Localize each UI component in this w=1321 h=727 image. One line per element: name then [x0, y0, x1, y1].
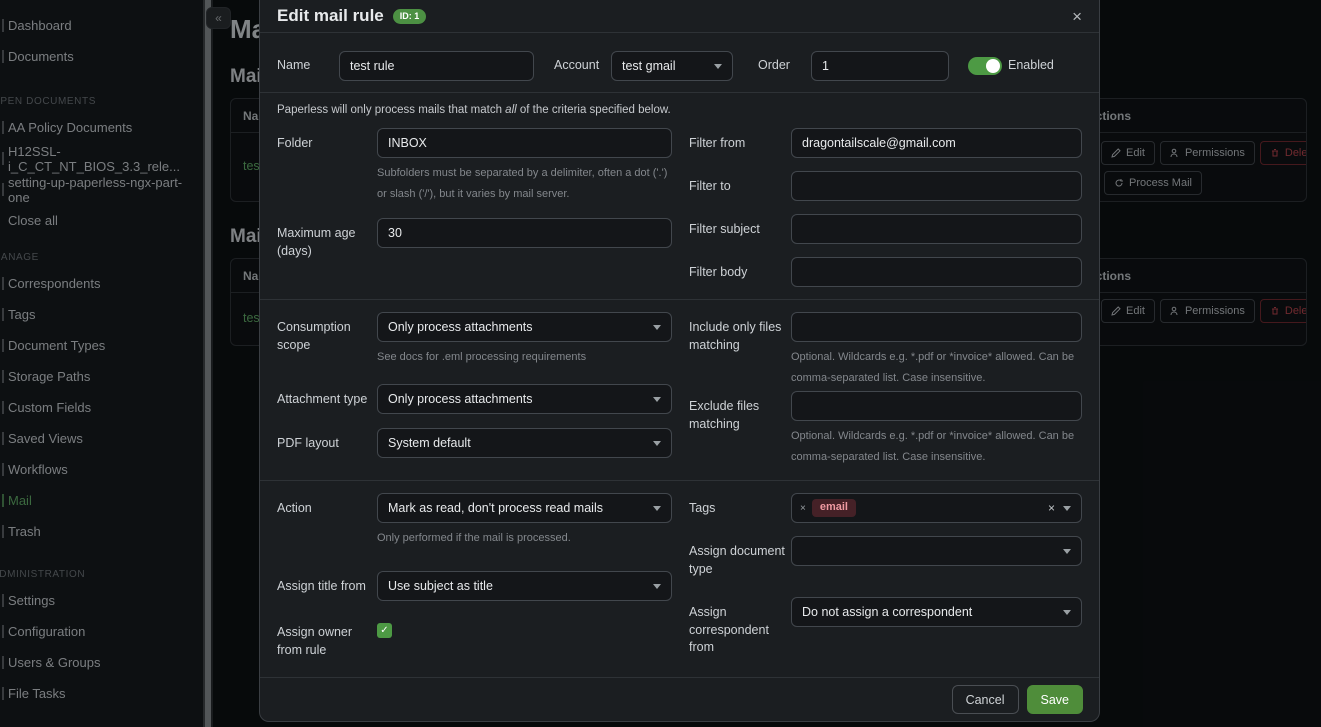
filter-body-label: Filter body — [689, 257, 791, 287]
criteria-section: Folder Subfolders must be separated by a… — [277, 128, 1082, 287]
enabled-toggle[interactable] — [968, 57, 1002, 75]
divider — [260, 299, 1099, 300]
dialog-body: Name Account test gmail Order Enabled Pa… — [260, 33, 1099, 659]
assign-title-value: Use subject as title — [388, 579, 493, 593]
remove-tag-icon[interactable]: × — [800, 503, 806, 514]
check-icon: ✓ — [380, 625, 388, 636]
assign-doc-type-select[interactable] — [791, 536, 1082, 566]
chevron-down-icon — [653, 506, 661, 511]
attachment-type-value: Only process attachments — [388, 392, 533, 406]
max-age-label: Maximum age (days) — [277, 218, 377, 260]
exclude-files-input[interactable] — [791, 391, 1082, 421]
chevron-down-icon — [653, 397, 661, 402]
id-badge: ID: 1 — [393, 9, 427, 24]
divider — [260, 92, 1099, 93]
action-hint: Only performed if the mail is processed. — [377, 528, 672, 549]
tags-select[interactable]: × email × — [791, 493, 1082, 523]
dialog-header: Edit mail rule ID: 1 × — [260, 0, 1099, 33]
cancel-button[interactable]: Cancel — [952, 685, 1019, 714]
clear-tags-icon[interactable]: × — [1048, 501, 1055, 515]
enabled-label: Enabled — [1008, 57, 1054, 75]
action-select[interactable]: Mark as read, don't process read mails — [377, 493, 672, 523]
folder-label: Folder — [277, 128, 377, 205]
assign-doc-type-label: Assign document type — [689, 536, 791, 578]
chevron-down-icon — [653, 325, 661, 330]
assign-correspondent-label: Assign correspondent from — [689, 597, 791, 657]
assign-owner-label: Assign owner from rule — [277, 617, 377, 659]
chevron-down-icon — [1063, 610, 1071, 615]
criteria-note: Paperless will only process mails that m… — [277, 104, 1082, 116]
exclude-files-label: Exclude files matching — [689, 391, 791, 468]
account-label: Account — [554, 57, 611, 75]
tag-chip: email — [812, 499, 856, 517]
order-input[interactable] — [811, 51, 949, 81]
chevron-down-icon — [653, 441, 661, 446]
filter-subject-input[interactable] — [791, 214, 1082, 244]
name-label: Name — [277, 57, 339, 75]
action-label: Action — [277, 493, 377, 549]
assign-owner-checkbox[interactable]: ✓ — [377, 623, 392, 638]
folder-hint: Subfolders must be separated by a delimi… — [377, 163, 672, 205]
exclude-files-hint: Optional. Wildcards e.g. *.pdf or *invoi… — [791, 426, 1082, 468]
include-files-label: Include only files matching — [689, 312, 791, 389]
filter-to-input[interactable] — [791, 171, 1082, 201]
order-label: Order — [758, 57, 811, 75]
close-icon[interactable]: × — [1072, 8, 1082, 25]
assign-correspondent-select[interactable]: Do not assign a correspondent — [791, 597, 1082, 627]
chevron-down-icon — [1063, 506, 1071, 511]
assign-title-select[interactable]: Use subject as title — [377, 571, 672, 601]
pdf-layout-select[interactable]: System default — [377, 428, 672, 458]
action-value: Mark as read, don't process read mails — [388, 501, 603, 515]
filter-from-label: Filter from — [689, 128, 791, 158]
attachment-type-label: Attachment type — [277, 384, 377, 414]
divider — [260, 480, 1099, 481]
consumption-scope-value: Only process attachments — [388, 320, 533, 334]
include-files-input[interactable] — [791, 312, 1082, 342]
pdf-layout-label: PDF layout — [277, 428, 377, 458]
actions-section: Action Mark as read, don't process read … — [277, 493, 1082, 659]
include-files-hint: Optional. Wildcards e.g. *.pdf or *invoi… — [791, 347, 1082, 389]
filter-to-label: Filter to — [689, 171, 791, 201]
account-select-value: test gmail — [622, 59, 676, 73]
processing-section: Consumption scope Only process attachmen… — [277, 312, 1082, 468]
account-select[interactable]: test gmail — [611, 51, 733, 81]
chevron-down-icon — [653, 584, 661, 589]
filter-from-input[interactable] — [791, 128, 1082, 158]
consumption-scope-select[interactable]: Only process attachments — [377, 312, 672, 342]
rule-identity-row: Name Account test gmail Order Enabled — [277, 43, 1082, 89]
toggle-knob — [986, 59, 1000, 73]
filter-subject-label: Filter subject — [689, 214, 791, 244]
chevron-down-icon — [714, 64, 722, 69]
folder-input[interactable] — [377, 128, 672, 158]
attachment-type-select[interactable]: Only process attachments — [377, 384, 672, 414]
assign-correspondent-value: Do not assign a correspondent — [802, 605, 972, 619]
chevron-down-icon — [1063, 549, 1071, 554]
app-window: Dashboard Documents OPEN DOCUMENTS AA Po… — [0, 0, 1321, 727]
consumption-scope-hint: See docs for .eml processing requirement… — [377, 347, 672, 368]
consumption-scope-label: Consumption scope — [277, 312, 377, 368]
dialog-title: Edit mail rule — [277, 6, 384, 26]
max-age-input[interactable] — [377, 218, 672, 248]
tags-label: Tags — [689, 493, 791, 523]
edit-mail-rule-dialog: Edit mail rule ID: 1 × Name Account test… — [259, 0, 1100, 722]
pdf-layout-value: System default — [388, 436, 471, 450]
filter-body-input[interactable] — [791, 257, 1082, 287]
save-button[interactable]: Save — [1027, 685, 1084, 714]
dialog-footer: Cancel Save — [260, 677, 1099, 721]
name-input[interactable] — [339, 51, 534, 81]
assign-title-label: Assign title from — [277, 571, 377, 601]
